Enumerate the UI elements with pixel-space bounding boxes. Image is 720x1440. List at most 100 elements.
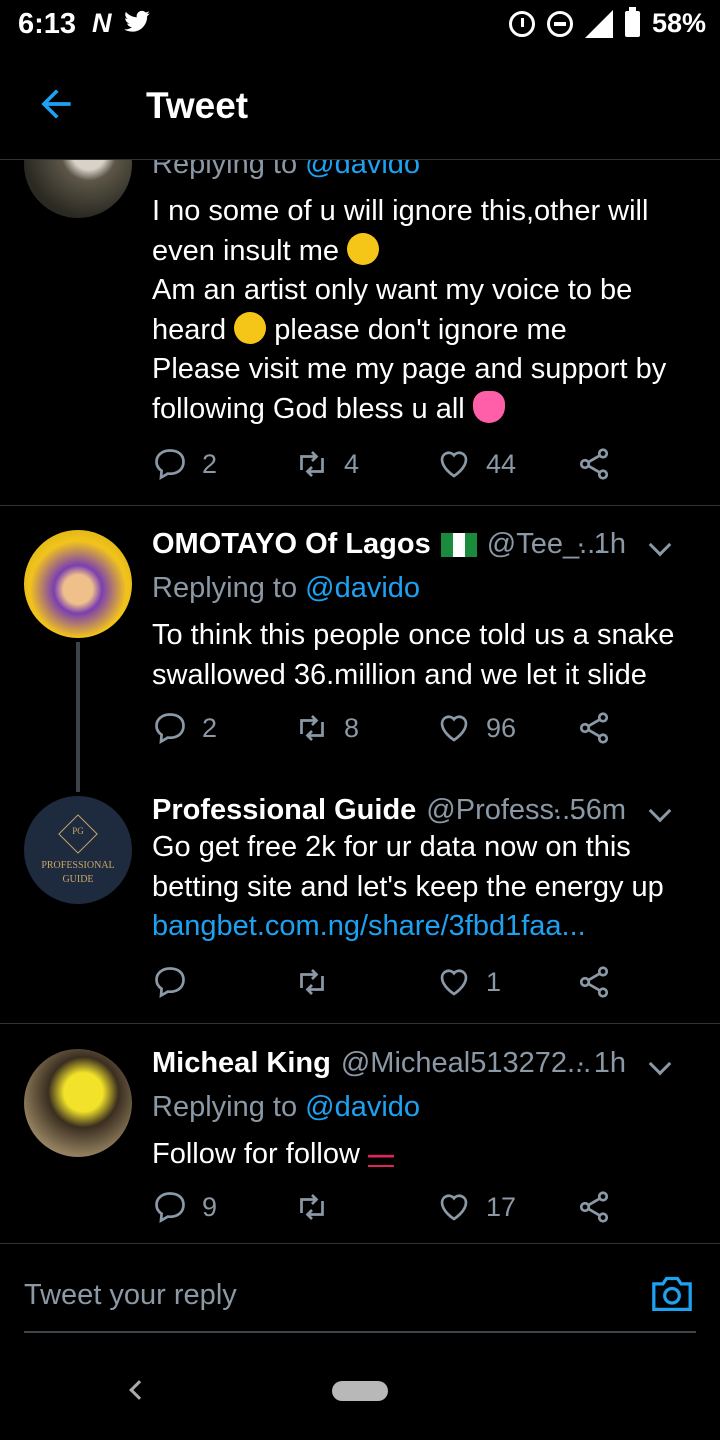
reply-to: Replying to @davido <box>152 572 421 604</box>
tweet-1[interactable]: OMOTAYO Of Lagos @Tee_... · 1h Replying … <box>0 528 720 780</box>
tweet-actions: 2 8 96 <box>152 710 622 750</box>
avatar-logo-text: PG <box>72 826 84 836</box>
back-button[interactable] <box>34 82 78 126</box>
retweet-icon <box>300 451 324 477</box>
tweet-time: · 56m <box>551 794 626 826</box>
reply-icon <box>155 967 185 998</box>
divider <box>0 1243 720 1244</box>
camera-button[interactable] <box>650 1273 694 1313</box>
share-icon <box>579 712 609 744</box>
signal-icon: 3G <box>584 9 613 38</box>
reply-button[interactable]: 9 <box>152 1189 217 1225</box>
arrow-left-icon <box>41 89 71 119</box>
app-header: Tweet <box>0 52 720 160</box>
tweet-time: · 1h <box>576 1047 626 1079</box>
tweet-time: · 1h <box>576 528 626 560</box>
reply-icon <box>155 713 185 744</box>
tweet-author: Micheal King @Micheal513272... · 1h <box>152 1047 696 1080</box>
chevron-down-icon[interactable] <box>648 1052 672 1075</box>
mention-link[interactable]: @davido <box>305 1091 420 1123</box>
author-name[interactable]: OMOTAYO Of Lagos <box>152 528 431 561</box>
retweet-button[interactable] <box>294 1189 344 1225</box>
system-nav-bar <box>0 1345 720 1440</box>
reply-to: Replying to @davido <box>152 1091 421 1123</box>
heart-icon <box>440 1194 468 1221</box>
hundred-points-emoji-icon: ― <box>367 1139 394 1169</box>
retweet-button[interactable] <box>294 964 344 1000</box>
expressionless-emoji-icon <box>347 232 380 265</box>
tweet-actions: 9 17 <box>152 1189 622 1229</box>
tweet-link[interactable]: bangbet.com.ng/share/3fbd1faa... <box>152 907 700 947</box>
chevron-down-icon[interactable] <box>648 799 672 822</box>
retweet-button[interactable]: 8 <box>294 710 359 746</box>
reply-input[interactable]: Tweet your reply <box>24 1279 237 1312</box>
reply-button[interactable] <box>152 964 202 1000</box>
avatar[interactable]: PG PROFESSIONAL GUIDE <box>24 796 132 904</box>
author-name[interactable]: Micheal King <box>152 1047 331 1080</box>
author-handle[interactable]: @Micheal513272... <box>341 1047 591 1080</box>
divider <box>0 1023 720 1024</box>
reply-button[interactable]: 2 <box>152 710 217 746</box>
tweet-actions: 1 <box>152 964 622 1004</box>
tweet-feed[interactable]: Replying to @davido I no some of u will … <box>0 160 720 1245</box>
heart-icon <box>440 969 468 996</box>
tweet-3[interactable]: Micheal King @Micheal513272... · 1h Repl… <box>0 1047 720 1239</box>
avatar[interactable] <box>24 530 132 638</box>
do-not-disturb-icon <box>546 10 573 37</box>
nav-home-pill[interactable] <box>332 1381 388 1401</box>
reply-composer: Tweet your reply <box>0 1245 720 1345</box>
tweet-text: Go get free 2k for ur data now on this b… <box>152 828 700 947</box>
share-button[interactable] <box>576 964 612 1000</box>
alarm-icon <box>508 10 535 37</box>
tweet-author: OMOTAYO Of Lagos @Tee_... · 1h <box>152 528 696 561</box>
author-name[interactable]: Professional Guide <box>152 794 416 827</box>
status-left-icons: N <box>92 8 152 39</box>
avatar[interactable] <box>24 1049 132 1157</box>
share-button[interactable] <box>576 710 612 746</box>
share-button[interactable] <box>576 446 612 482</box>
share-icon <box>579 1191 609 1223</box>
nigeria-flag-icon <box>440 532 477 557</box>
reply-icon <box>155 449 185 480</box>
tweet-author: Professional Guide @Profess... · 56m <box>152 794 696 827</box>
thread-line <box>76 642 80 792</box>
page-title: Tweet <box>146 85 249 126</box>
reply-icon <box>155 1192 185 1223</box>
heart-icon <box>440 451 468 478</box>
reply-to: Replying to @davido <box>152 160 420 181</box>
retweet-icon <box>300 1194 324 1220</box>
reply-button[interactable]: 2 <box>152 446 217 482</box>
composer-underline <box>24 1331 696 1333</box>
like-button[interactable]: 96 <box>436 710 516 746</box>
chevron-down-icon[interactable] <box>648 533 672 556</box>
like-button[interactable]: 1 <box>436 964 501 1000</box>
status-bar: 6:13 N 3G 58% <box>0 0 720 50</box>
tweet-text: Follow for follow ― <box>152 1138 394 1170</box>
like-button[interactable]: 17 <box>436 1189 516 1225</box>
tweet-0[interactable]: Replying to @davido I no some of u will … <box>0 160 720 505</box>
sparkling-heart-icon <box>472 390 505 423</box>
avatar-text-2: GUIDE <box>62 874 94 885</box>
mention-link[interactable]: @davido <box>305 572 420 604</box>
battery-icon <box>624 6 640 37</box>
battery-percent: 58% <box>651 8 706 38</box>
tweet-text: I no some of u will ignore this,other wi… <box>152 195 667 425</box>
mention-link[interactable]: @davido <box>305 160 420 180</box>
avatar-text-1: PROFESSIONAL <box>41 860 115 871</box>
like-button[interactable]: 44 <box>436 446 516 482</box>
share-icon <box>579 448 609 480</box>
divider <box>0 505 720 506</box>
worried-emoji-icon <box>234 311 267 344</box>
retweet-button[interactable]: 4 <box>294 446 359 482</box>
share-button[interactable] <box>576 1189 612 1225</box>
tweet-actions: 2 4 44 <box>152 446 622 486</box>
tweet-text: To think this people once told us a snak… <box>152 619 675 691</box>
heart-icon <box>440 715 468 742</box>
avatar[interactable] <box>24 160 132 218</box>
camera-icon <box>652 1276 692 1311</box>
status-right-icons: 3G 58% <box>508 6 706 39</box>
nav-back-icon[interactable] <box>129 1380 149 1400</box>
share-icon <box>579 966 609 998</box>
tweet-2[interactable]: PG PROFESSIONAL GUIDE Professional Guide… <box>0 794 720 1026</box>
retweet-icon <box>300 715 324 741</box>
